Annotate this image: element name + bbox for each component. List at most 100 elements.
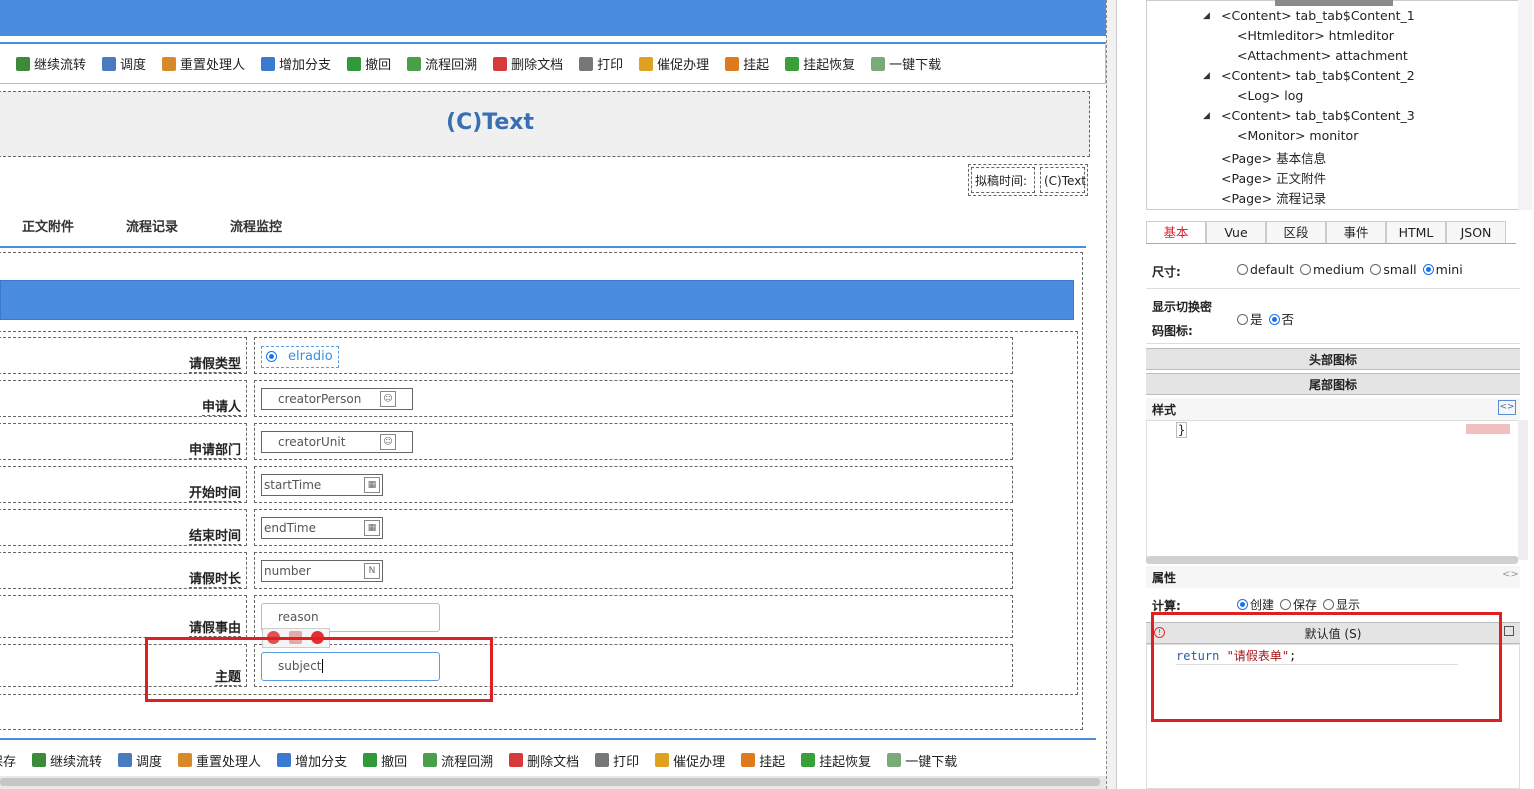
radio-option[interactable]: medium — [1299, 262, 1364, 277]
maximize-icon[interactable] — [1504, 626, 1514, 636]
bottom-toolbar-button-0[interactable]: 继续流转 — [32, 751, 102, 770]
style-editor[interactable] — [1146, 420, 1520, 558]
top-toolbar-button-2[interactable]: 重置处理人 — [162, 54, 245, 73]
tree-node[interactable]: <Content> tab_tab$Content_1 — [1221, 8, 1415, 23]
code-toggle-icon[interactable]: <> — [1498, 400, 1516, 415]
person-icon[interactable]: ☺ — [380, 391, 396, 407]
bottom-toolbar-button-8[interactable]: 催促办理 — [655, 751, 725, 770]
date-input[interactable]: ▦ startTime — [261, 474, 383, 496]
radio-label: default — [1250, 262, 1294, 277]
radio-icon[interactable] — [1237, 264, 1248, 275]
head-icon-section[interactable]: 头部图标 — [1146, 348, 1520, 370]
radio-option[interactable]: 显示 — [1323, 598, 1360, 612]
tree-node[interactable]: <Page> 流程记录 — [1221, 188, 1326, 207]
tab-flow-monitor[interactable]: 流程监控 — [230, 216, 282, 235]
toolbar-label: 调度 — [136, 754, 163, 770]
person-picker-input[interactable]: ☺ creatorUnit — [261, 431, 413, 453]
bottom-toolbar-button-6[interactable]: 删除文档 — [509, 751, 579, 770]
radio-icon[interactable] — [1237, 599, 1248, 610]
property-tab[interactable]: 事件 — [1326, 221, 1386, 243]
tree-expand-icon[interactable]: ◢ — [1203, 71, 1210, 81]
bottom-toolbar-button-2[interactable]: 重置处理人 — [178, 751, 261, 770]
tree-node[interactable]: <Log> log — [1237, 88, 1303, 103]
pause-icon — [741, 753, 756, 767]
person-icon[interactable]: ☺ — [380, 434, 396, 450]
radio-icon[interactable] — [1237, 314, 1248, 325]
tree-node[interactable]: <Content> tab_tab$Content_2 — [1221, 68, 1415, 83]
top-toolbar-button-6[interactable]: 删除文档 — [493, 54, 563, 73]
radio-icon[interactable] — [1299, 264, 1311, 275]
top-toolbar-button-4[interactable]: 撤回 — [347, 54, 391, 73]
person-picker-input[interactable]: ☺ creatorPerson — [261, 388, 413, 410]
radio-option[interactable]: small — [1370, 262, 1417, 277]
canvas-vertical-scrollbar[interactable] — [1106, 0, 1116, 789]
tree-node[interactable]: <Page> 正文附件 — [1221, 168, 1326, 187]
tree-node[interactable]: <Monitor> monitor — [1237, 128, 1358, 143]
leave-type-radio[interactable]: elradio — [261, 346, 339, 368]
bottom-toolbar-button-4[interactable]: 撤回 — [363, 751, 407, 770]
field-label: 申请人 — [201, 396, 241, 416]
property-tab[interactable]: HTML — [1386, 221, 1446, 243]
top-toolbar-button-1[interactable]: 调度 — [102, 54, 146, 73]
bottom-toolbar-button-10[interactable]: 挂起恢复 — [801, 751, 871, 770]
top-toolbar-button-11[interactable]: 一键下载 — [871, 54, 941, 73]
property-tab[interactable]: JSON — [1446, 221, 1506, 243]
top-toolbar-button-7[interactable]: 打印 — [579, 54, 623, 73]
radio-dot-icon[interactable] — [266, 351, 277, 362]
radio-icon[interactable] — [1280, 599, 1292, 610]
radio-option[interactable]: mini — [1422, 262, 1463, 277]
size-options: default medium small mini — [1237, 262, 1469, 277]
bottom-toolbar-button-11[interactable]: 一键下载 — [887, 751, 957, 770]
style-scrollbar[interactable] — [1518, 420, 1528, 560]
calendar-icon[interactable]: ▦ — [364, 477, 380, 493]
property-tab[interactable]: Vue — [1206, 221, 1266, 243]
top-toolbar-button-9[interactable]: 挂起 — [725, 54, 769, 73]
tab-flow-log[interactable]: 流程记录 — [126, 216, 178, 235]
number-icon[interactable]: N — [364, 563, 380, 579]
tree-selected-node[interactable] — [1275, 0, 1393, 6]
property-tab[interactable]: 基本 — [1146, 221, 1206, 243]
tab-attachments[interactable]: 正文附件 — [22, 216, 74, 235]
attr-label: 属性 — [1152, 571, 1177, 585]
form-designer-canvas: 继续流转 调度 重置处理人 增加分支 撤回 流程回溯 删除文档 打印 催促办理 挂起 挂起恢复 一键下… — [0, 0, 1108, 789]
top-toolbar-button-0[interactable]: 继续流转 — [16, 54, 86, 73]
top-toolbar-button-10[interactable]: 挂起恢复 — [785, 54, 855, 73]
bottom-toolbar-button-7[interactable]: 打印 — [595, 751, 639, 770]
radio-icon[interactable] — [1370, 264, 1382, 275]
date-input[interactable]: ▦ endTime — [261, 517, 383, 539]
field-label: 请假时长 — [188, 568, 241, 588]
tree-scrollbar[interactable] — [1518, 0, 1532, 210]
horizontal-scroll-thumb[interactable] — [0, 778, 1100, 786]
tree-node[interactable]: <Htmleditor> htmleditor — [1237, 28, 1394, 43]
style-hscrollbar[interactable] — [1146, 556, 1518, 564]
tree-node[interactable]: <Attachment> attachment — [1237, 48, 1408, 63]
radio-option[interactable]: 创建 — [1237, 598, 1274, 612]
tree-expand-icon[interactable]: ◢ — [1203, 111, 1210, 121]
tree-node[interactable]: <Page> 基本信息 — [1221, 148, 1326, 167]
radio-option[interactable]: default — [1237, 262, 1294, 277]
bottom-toolbar-button-5[interactable]: 流程回溯 — [423, 751, 493, 770]
property-tab[interactable]: 区段 — [1266, 221, 1326, 243]
attr-collapse-icon[interactable]: <> — [1502, 569, 1519, 580]
radio-icon[interactable] — [1422, 264, 1434, 275]
calendar-icon[interactable]: ▦ — [364, 520, 380, 536]
top-header-bar — [0, 0, 1106, 36]
radio-option[interactable]: 是 — [1237, 312, 1263, 327]
number-input[interactable]: Nnumber — [261, 560, 383, 582]
bottom-toolbar-button-9[interactable]: 挂起 — [741, 751, 785, 770]
top-toolbar-button-3[interactable]: 增加分支 — [261, 54, 331, 73]
tree-node[interactable]: <Content> tab_tab$Content_3 — [1221, 108, 1415, 123]
top-toolbar-button-8[interactable]: 催促办理 — [639, 54, 709, 73]
radio-option[interactable]: 保存 — [1280, 598, 1317, 612]
bottom-toolbar-button-3[interactable]: 增加分支 — [277, 751, 347, 770]
top-toolbar-button-5[interactable]: 流程回溯 — [407, 54, 477, 73]
tree-node-label: <Content> tab_tab$Content_1 — [1221, 8, 1415, 23]
field-label: 开始时间 — [188, 482, 241, 502]
tail-icon-section[interactable]: 尾部图标 — [1146, 373, 1520, 395]
radio-option[interactable]: 否 — [1268, 312, 1294, 327]
tree-expand-icon[interactable]: ◢ — [1203, 11, 1210, 21]
radio-icon[interactable] — [1323, 599, 1335, 610]
radio-icon[interactable] — [1268, 314, 1280, 325]
bottom-toolbar-button-1[interactable]: 调度 — [118, 751, 162, 770]
bottom-toolbar-save-button[interactable]: 保存 — [0, 751, 16, 770]
